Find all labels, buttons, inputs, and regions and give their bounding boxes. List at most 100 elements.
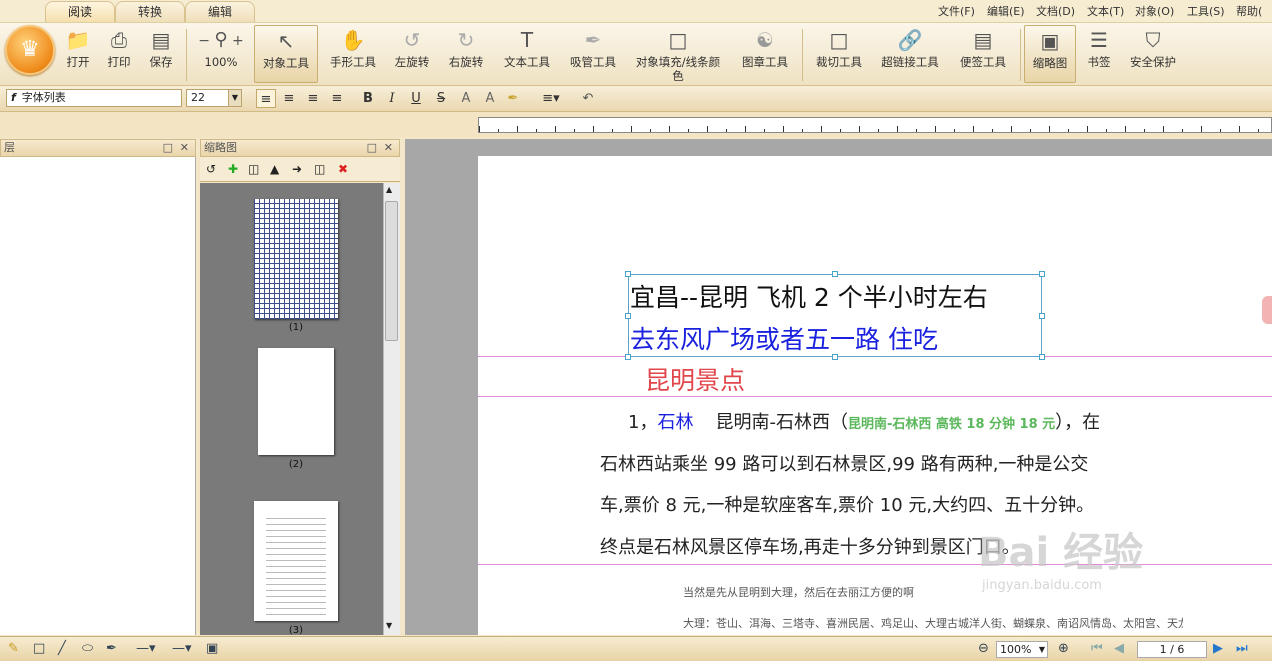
first-page-icon[interactable]: ⏮ [1091, 641, 1103, 656]
menu-document[interactable]: 文档(D) [1036, 3, 1075, 19]
menu-edit[interactable]: 编辑(E) [987, 3, 1025, 19]
line-style-select[interactable]: —▾ [136, 641, 156, 656]
security-button[interactable]: ⛉ 安全保护 [1124, 25, 1182, 83]
ruler-tick [1049, 126, 1050, 132]
thumb-scrollbar[interactable]: ▲ ▼ [383, 183, 400, 635]
fill-color-button[interactable]: □ 对象填充/线条颜色 [630, 25, 726, 83]
subscript-button[interactable]: A [480, 89, 500, 108]
rectangle-icon[interactable]: □ [33, 641, 45, 656]
thumb-export-icon[interactable]: ➜ [292, 162, 302, 176]
font-icon: f [11, 91, 16, 104]
thumbnails-button[interactable]: ▣ 缩略图 [1024, 25, 1076, 83]
menu-file[interactable]: 文件(F) [938, 3, 975, 19]
pen-icon[interactable]: ✒ [106, 641, 117, 656]
scroll-thumb[interactable] [385, 201, 398, 341]
hand-tool-button[interactable]: ✋ 手形工具 [322, 25, 384, 83]
page-indicator[interactable]: 1 / 6 [1137, 641, 1207, 658]
document-page[interactable] [478, 156, 1272, 635]
resize-handle[interactable] [1039, 271, 1045, 277]
menu-object[interactable]: 对象(O) [1135, 3, 1174, 19]
zoom-out-status-icon[interactable]: ⊖ [978, 641, 989, 656]
align-center-button[interactable]: ≡ [279, 89, 299, 108]
page-thumbnail-label-2: (2) [288, 459, 304, 470]
rotate-left-button[interactable]: ↺ 左旋转 [388, 25, 436, 83]
resize-handle[interactable] [1039, 354, 1045, 360]
lock-icon: ⛉ [1145, 28, 1161, 52]
undo-button[interactable]: ↶ [578, 89, 598, 108]
strikethrough-button[interactable]: S [431, 89, 451, 108]
layer-panel-header: 层 ✕ □ [0, 139, 196, 157]
stamp-tool-button[interactable]: ☯ 图章工具 [736, 25, 794, 83]
rotate-right-button[interactable]: ↻ 右旋转 [442, 25, 490, 83]
close-icon[interactable]: ✕ [180, 140, 189, 156]
superscript-button[interactable]: A [456, 89, 476, 108]
zoom-in-button[interactable]: + [232, 33, 244, 49]
tab-read[interactable]: 阅读 [45, 1, 116, 22]
print-button[interactable]: ⎙ 打印 [101, 25, 137, 83]
page-thumbnail-1[interactable] [254, 199, 338, 319]
justify-button[interactable]: ≡ [327, 89, 347, 108]
pencil-icon[interactable]: ✎ [8, 641, 19, 656]
object-tool-button[interactable]: ↖ 对象工具 [254, 25, 318, 83]
menu-tools[interactable]: 工具(S) [1187, 3, 1225, 19]
resize-handle[interactable] [1039, 313, 1045, 319]
ruler-tick [783, 126, 784, 132]
ruler-tick [1144, 129, 1145, 132]
tab-convert[interactable]: 转换 [115, 1, 186, 22]
highlight-button[interactable]: ✒ [503, 89, 523, 108]
close-icon[interactable]: ✕ [384, 140, 393, 156]
pin-icon[interactable]: □ [163, 140, 173, 156]
page-thumbnail-3[interactable] [254, 501, 338, 621]
align-right-button[interactable]: ≡ [303, 89, 323, 108]
underline-button[interactable]: U [406, 89, 426, 108]
menu-help[interactable]: 帮助( [1236, 3, 1262, 19]
prev-page-icon[interactable]: ◀ [1114, 641, 1124, 656]
line-spacing-button[interactable]: ≡▾ [536, 89, 566, 108]
ellipse-icon[interactable]: ⬭ [82, 641, 93, 656]
ruler-tick [764, 129, 765, 132]
align-left-button[interactable]: ≡ [256, 89, 276, 108]
resize-handle[interactable] [625, 271, 631, 277]
note-tool-button[interactable]: ▤ 便签工具 [952, 25, 1014, 83]
select-area-icon[interactable]: ▣ [206, 641, 218, 656]
app-logo[interactable]: ♛ [5, 25, 55, 75]
tab-edit[interactable]: 编辑 [185, 1, 256, 22]
resize-handle[interactable] [832, 271, 838, 277]
thumb-delete-icon[interactable]: ✖ [338, 162, 348, 176]
menu-text[interactable]: 文本(T) [1087, 3, 1124, 19]
ruler-tick [897, 126, 898, 132]
thumb-extract-icon[interactable]: ▲ [270, 162, 279, 176]
doc-paragraph-3: 车,票价 8 元,一种是软座客车,票价 10 元,大约四、五十分钟。 [600, 495, 1095, 516]
italic-button[interactable]: I [382, 89, 402, 108]
ruler-tick [935, 126, 936, 132]
thumb-rotate-icon[interactable]: ↺ [206, 162, 216, 176]
justify-icon: ≡ [331, 91, 343, 106]
zoom-out-button[interactable]: − [198, 33, 210, 49]
thumb-add-icon[interactable]: ✚ [228, 162, 238, 176]
pin-icon[interactable]: □ [367, 140, 377, 156]
next-page-icon[interactable]: ▶ [1213, 641, 1223, 656]
scroll-up-icon[interactable]: ▲ [386, 185, 392, 194]
line-icon[interactable]: ╱ [58, 641, 66, 656]
side-tab[interactable] [1262, 296, 1272, 324]
thumb-replace-icon[interactable]: ◫ [314, 162, 325, 176]
text-tool-button[interactable]: T 文本工具 [498, 25, 556, 83]
save-button[interactable]: ▤ 保存 [143, 25, 179, 83]
highlighter-icon: ✒ [507, 91, 519, 106]
zoom-in-status-icon[interactable]: ⊕ [1058, 641, 1069, 656]
link-tool-button[interactable]: 🔗 超链接工具 [876, 25, 944, 83]
open-button[interactable]: 📁 打开 [60, 25, 96, 83]
scroll-down-icon[interactable]: ▼ [386, 621, 392, 630]
last-page-icon[interactable]: ⏭ [1236, 641, 1248, 656]
line-width-select[interactable]: —▾ [172, 641, 192, 656]
eyedropper-button[interactable]: ✒ 吸管工具 [564, 25, 622, 83]
bookmarks-button[interactable]: ☰ 书签 [1080, 25, 1118, 83]
ruler-tick [745, 126, 746, 132]
thumb-insert-icon[interactable]: ◫ [248, 162, 259, 176]
crop-tool-button[interactable]: □ 裁切工具 [810, 25, 868, 83]
status-zoom-select[interactable]: 100% ▼ [996, 641, 1048, 658]
bold-button[interactable]: B [358, 89, 378, 108]
font-size-select[interactable]: 22 ▼ [186, 89, 242, 107]
font-select[interactable]: f 字体列表 [6, 89, 182, 107]
page-thumbnail-2[interactable] [258, 348, 334, 455]
